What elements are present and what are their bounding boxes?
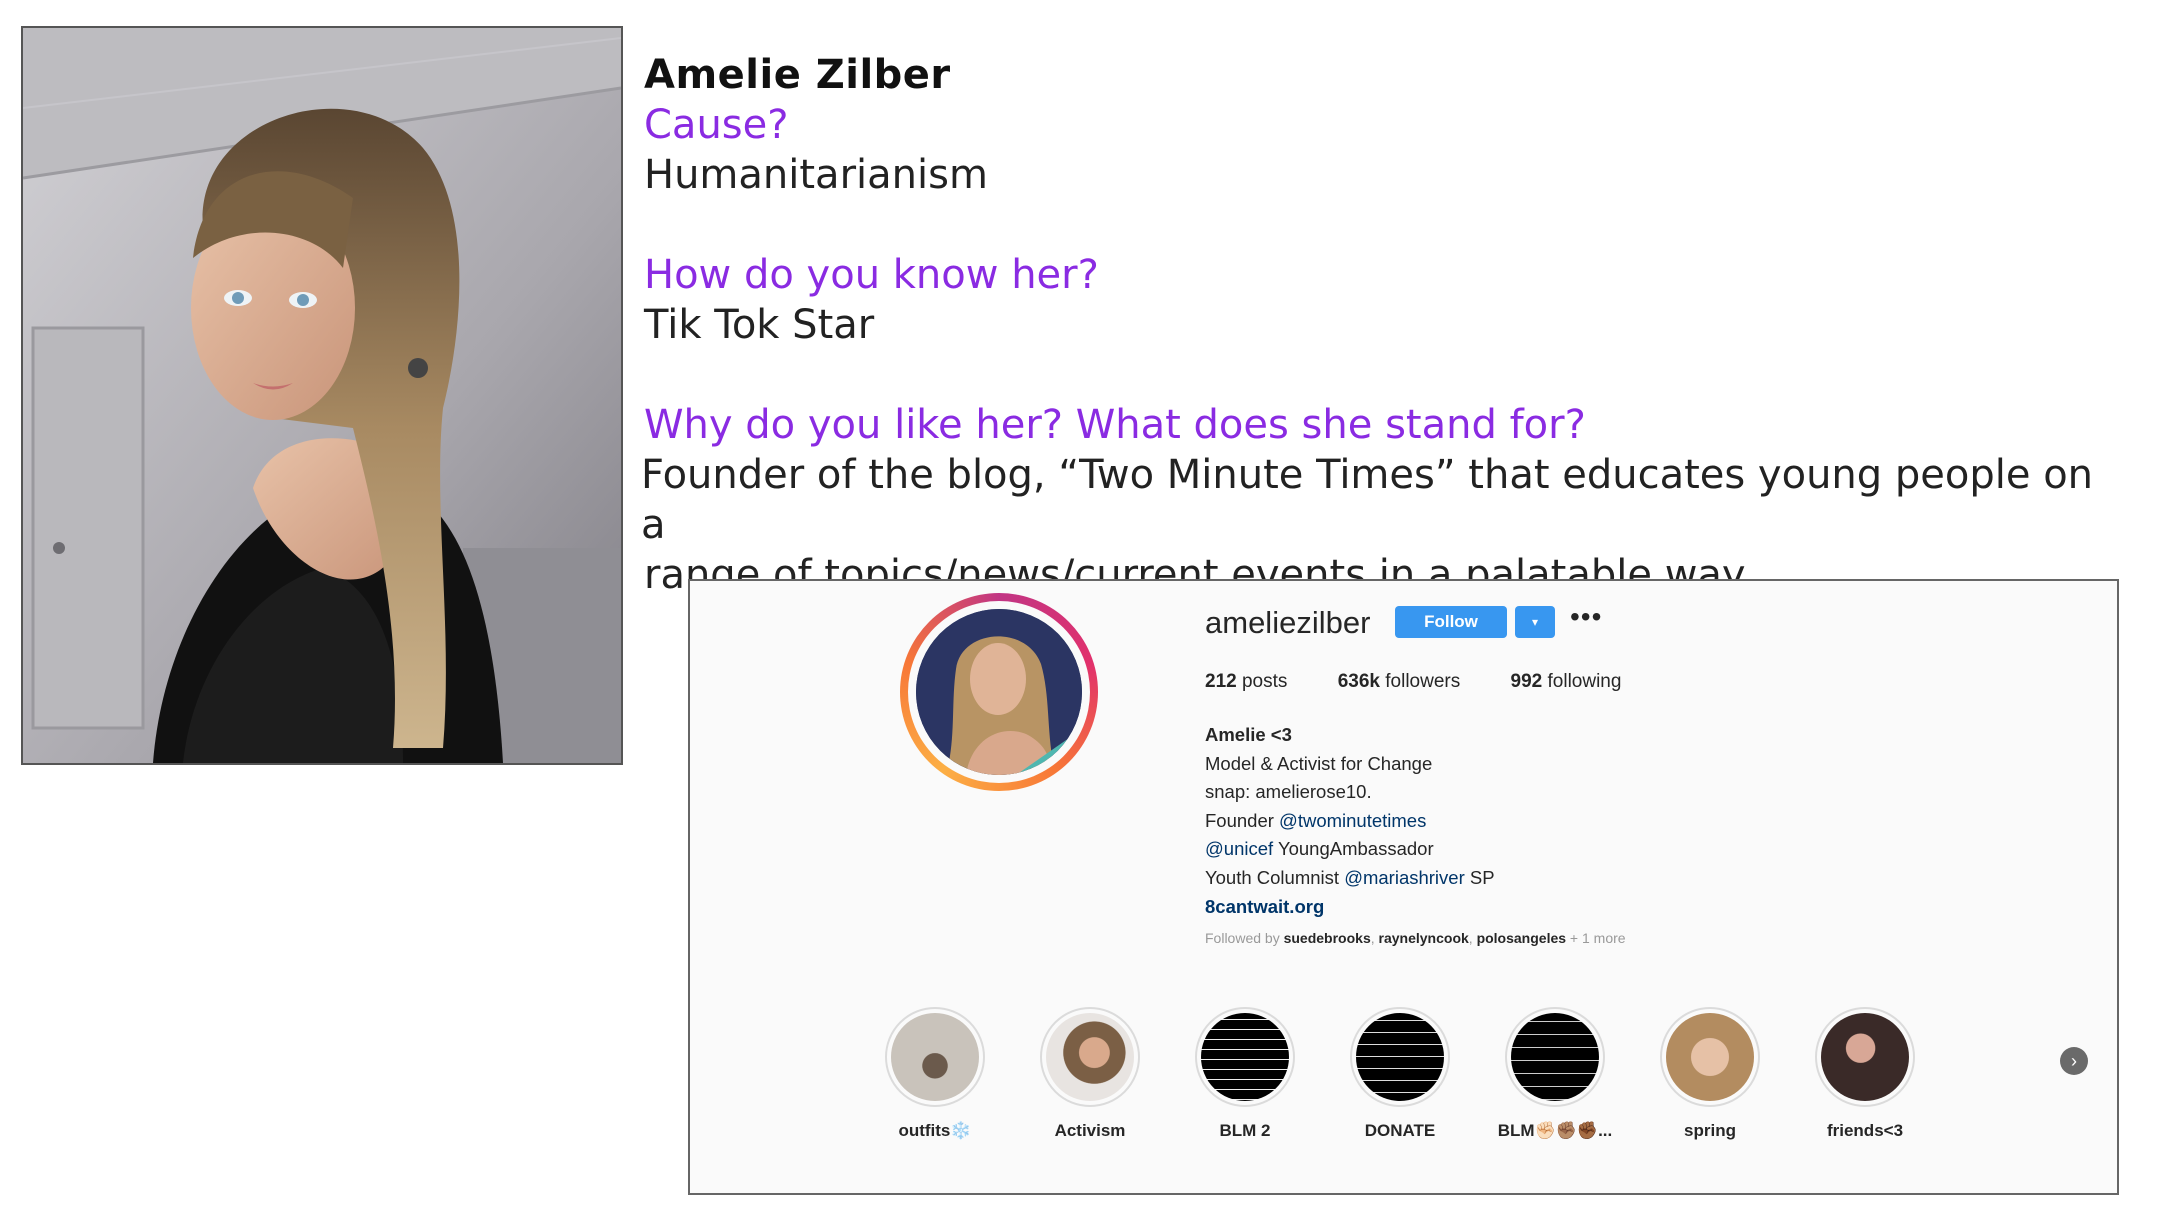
question-why-like: Why do you like her? What does she stand… [644, 402, 1586, 448]
mention-link[interactable]: @unicef [1205, 838, 1273, 859]
highlight-label: DONATE [1364, 1121, 1436, 1140]
answer-how-know: Tik Tok Star [644, 302, 875, 348]
bio-line: Youth Columnist @mariashriver SP [1205, 864, 1495, 893]
followers-label: followers [1385, 671, 1461, 692]
highlight-item[interactable]: Activism [1020, 1007, 1160, 1141]
profile-avatar-ring[interactable] [900, 593, 1098, 791]
follow-button[interactable]: Follow [1395, 606, 1507, 638]
highlight-label: BLM✊🏻✊🏽✊🏾... [1497, 1121, 1613, 1140]
mention-link[interactable]: @mariashriver [1344, 867, 1465, 888]
profile-username: ameliezilber [1205, 605, 1371, 640]
question-how-know: How do you know her? [644, 252, 1099, 298]
mention-link[interactable]: @twominutetimes [1279, 810, 1426, 831]
highlight-cover [1201, 1013, 1289, 1101]
highlight-label: outfits❄️ [898, 1121, 972, 1140]
bio-line: Model & Activist for Change [1205, 752, 1433, 774]
avatar [916, 609, 1082, 775]
profile-stats: 212 posts 636k followers 992 following [1205, 671, 1666, 693]
bio-text: SP [1464, 866, 1495, 888]
follower-name: raynelyncook [1378, 930, 1469, 946]
followed-by-more: + 1 more [1566, 930, 1626, 946]
follower-name: polosangeles [1476, 930, 1567, 946]
person-name: Amelie Zilber [644, 52, 951, 98]
posts-count: 212 [1205, 671, 1237, 692]
highlight-cover [1046, 1013, 1134, 1101]
question-cause: Cause? [644, 102, 789, 148]
more-options-icon[interactable]: ••• [1570, 601, 1602, 633]
posts-stat: 212 posts [1205, 671, 1287, 692]
highlight-label: BLM 2 [1219, 1121, 1271, 1140]
followed-by[interactable]: Followed by suedebrooks, raynelyncook, p… [1205, 930, 1626, 946]
highlight-label: friends<3 [1826, 1121, 1904, 1140]
profile-bio: Amelie <3 Model & Activist for Change sn… [1205, 721, 1495, 921]
answer-why-like-line-1: Founder of the blog, “Two Minute Times” … [641, 452, 2094, 548]
highlight-cover [891, 1013, 979, 1101]
highlight-cover [1821, 1013, 1909, 1101]
highlight-item[interactable]: BLM 2 [1175, 1007, 1315, 1141]
followed-by-prefix: Followed by [1205, 930, 1284, 946]
highlight-label: Activism [1054, 1121, 1126, 1140]
followers-stat[interactable]: 636k followers [1338, 671, 1461, 692]
profile-photo [21, 26, 623, 765]
highlight-item[interactable]: outfits❄️ [865, 1007, 1005, 1141]
bio-text: Founder [1205, 809, 1280, 831]
answer-cause: Humanitarianism [644, 152, 988, 198]
posts-label: posts [1241, 671, 1288, 692]
highlight-cover [1666, 1013, 1754, 1101]
following-count: 992 [1510, 671, 1543, 692]
follower-name: suedebrooks [1283, 930, 1371, 946]
bio-text: Youth Columnist [1205, 866, 1345, 888]
separator: , [1370, 930, 1379, 946]
highlight-cover [1511, 1013, 1599, 1101]
highlight-cover [1356, 1013, 1444, 1101]
bio-display-name: Amelie <3 [1205, 724, 1292, 745]
chevron-right-icon[interactable]: › [2060, 1047, 2088, 1075]
highlight-item[interactable]: DONATE [1330, 1007, 1470, 1141]
followers-count: 636k [1337, 671, 1380, 692]
story-highlights: outfits❄️ Activism BLM 2 DONATE BLM✊🏻✊🏽✊… [865, 1007, 2088, 1147]
separator: , [1468, 930, 1477, 946]
highlight-item[interactable]: friends<3 [1795, 1007, 1935, 1141]
following-stat[interactable]: 992 following [1511, 671, 1622, 692]
slide-text-block: Amelie Zilber Cause? Humanitarianism How… [641, 50, 2094, 600]
highlight-item[interactable]: BLM✊🏻✊🏽✊🏾... [1485, 1007, 1625, 1141]
bio-line: Founder @twominutetimes [1205, 807, 1495, 836]
highlight-item[interactable]: spring [1640, 1007, 1780, 1141]
following-label: following [1547, 671, 1622, 692]
bio-line: snap: amelierose10. [1205, 781, 1372, 803]
bio-line: @unicef YoungAmbassador [1205, 835, 1495, 864]
website-link[interactable]: 8cantwait.org [1205, 893, 1495, 922]
chevron-down-icon[interactable]: ▾ [1515, 606, 1555, 638]
highlight-label: spring [1684, 1121, 1736, 1140]
bio-text: YoungAmbassador [1273, 838, 1434, 860]
instagram-profile-card: ameliezilber Follow ▾ ••• 212 posts 636k… [688, 579, 2119, 1195]
